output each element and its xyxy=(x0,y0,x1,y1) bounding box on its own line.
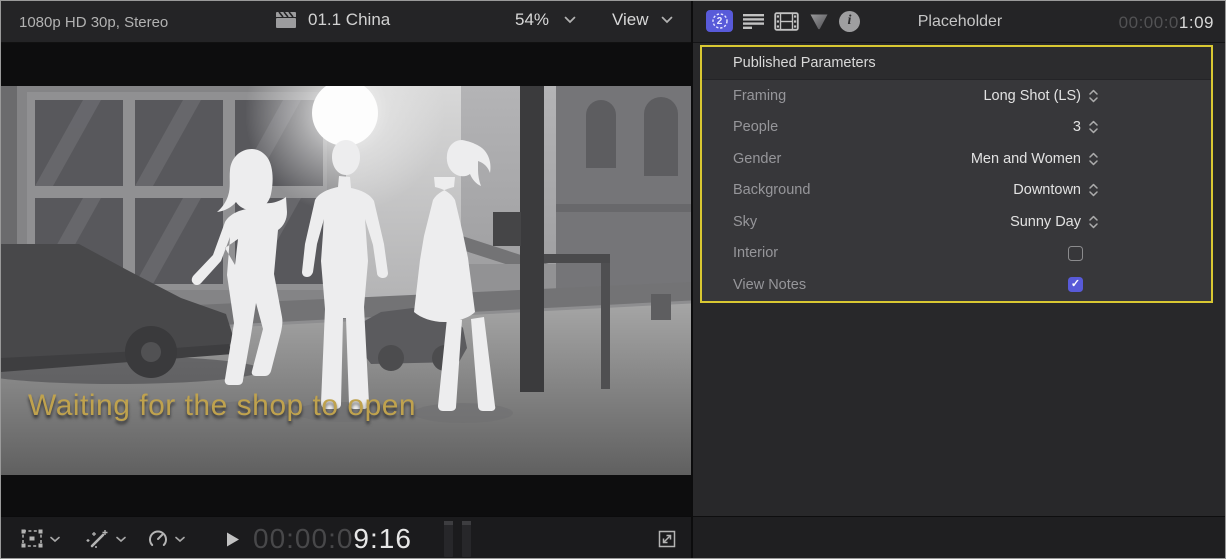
magic-wand-icon xyxy=(85,528,111,550)
param-row-people: People 3 xyxy=(702,112,1211,144)
cone-icon[interactable] xyxy=(808,12,830,31)
param-row-gender: Gender Men and Women xyxy=(702,143,1211,175)
param-label: Gender xyxy=(733,151,781,167)
generator-inspector-icon[interactable]: 2 xyxy=(706,10,733,32)
param-label: Background xyxy=(733,182,810,198)
inspector-title: Placeholder xyxy=(918,13,1003,31)
published-parameters-title: Published Parameters xyxy=(702,47,1211,80)
title-caption: Waiting for the shop to open xyxy=(28,389,416,423)
param-row-view-notes: View Notes ✓ xyxy=(702,269,1211,301)
info-inspector-icon[interactable]: i xyxy=(839,11,860,32)
chevron-down-icon xyxy=(175,536,185,543)
audio-meters[interactable] xyxy=(444,521,471,557)
zoom-level: 54% xyxy=(515,10,549,30)
inspector-bottom-strip xyxy=(693,516,1226,559)
chevron-down-icon xyxy=(50,536,60,543)
timecode-prefix: 00:00:0 xyxy=(253,523,353,554)
param-label: View Notes xyxy=(733,277,806,293)
param-row-background: Background Downtown xyxy=(702,175,1211,207)
final-cut-pro-window: 1080p HD 30p, Stereo 01.1 China 54% xyxy=(0,0,1226,559)
stepper-icon xyxy=(1088,214,1099,230)
chevron-down-icon xyxy=(661,16,673,24)
generator-badge: 2 xyxy=(706,10,733,32)
view-menu-label: View xyxy=(612,10,649,30)
param-row-interior: Interior ✓ xyxy=(702,238,1211,270)
published-parameters-panel: Published Parameters Framing Long Shot (… xyxy=(700,45,1213,303)
inspector-timecode: 00:00:01:09 xyxy=(1119,13,1214,33)
retime-menu[interactable] xyxy=(146,528,185,550)
transform-menu[interactable] xyxy=(19,528,60,550)
format-info: 1080p HD 30p, Stereo xyxy=(19,14,168,31)
stepper-icon xyxy=(1088,151,1099,167)
view-menu[interactable]: View xyxy=(612,10,673,30)
play-button[interactable] xyxy=(226,532,240,547)
timecode-value: 9:16 xyxy=(353,523,412,554)
viewer-timecode[interactable]: 00:00:09:16 xyxy=(253,523,412,555)
param-row-sky: Sky Sunny Day xyxy=(702,206,1211,238)
background-popup[interactable]: Downtown xyxy=(1013,182,1099,198)
stepper-icon xyxy=(1088,182,1099,198)
retime-gauge-icon xyxy=(146,528,170,550)
param-label: Framing xyxy=(733,88,786,104)
interior-checkbox[interactable]: ✓ xyxy=(1068,246,1083,261)
video-inspector-icon[interactable] xyxy=(774,12,799,31)
enhancements-menu[interactable] xyxy=(85,528,126,550)
transform-icon xyxy=(19,528,45,550)
inspector-tabs: 2 xyxy=(706,10,860,32)
check-icon: ✓ xyxy=(1071,279,1080,290)
param-value: Long Shot (LS) xyxy=(983,88,1081,104)
audio-meter-left xyxy=(444,521,453,557)
text-inspector-icon[interactable] xyxy=(742,12,765,30)
framing-popup[interactable]: Long Shot (LS) xyxy=(983,88,1099,104)
viewer-header: 1080p HD 30p, Stereo 01.1 China 54% xyxy=(1,1,691,43)
stepper-icon xyxy=(1088,119,1099,135)
stepper-icon xyxy=(1088,88,1099,104)
view-notes-checkbox[interactable]: ✓ xyxy=(1068,277,1083,292)
audio-meter-right xyxy=(462,521,471,557)
viewer-canvas: Waiting for the shop to open xyxy=(1,43,691,516)
project-title-group: 01.1 China xyxy=(275,10,390,30)
gender-popup[interactable]: Men and Women xyxy=(971,151,1099,167)
clapperboard-icon xyxy=(275,11,297,29)
timecode-value: 1:09 xyxy=(1179,13,1214,32)
chevron-down-icon xyxy=(564,16,576,24)
inspector-pane: 2 xyxy=(691,1,1226,559)
param-value: 3 xyxy=(1073,119,1081,135)
param-row-framing: Framing Long Shot (LS) xyxy=(702,80,1211,112)
timecode-prefix: 00:00:0 xyxy=(1119,13,1179,32)
zoom-menu[interactable]: 54% xyxy=(515,10,576,30)
chevron-down-icon xyxy=(116,536,126,543)
people-popup[interactable]: 3 xyxy=(1073,119,1099,135)
fullscreen-icon[interactable] xyxy=(656,528,678,550)
sky-popup[interactable]: Sunny Day xyxy=(1010,214,1099,230)
param-label: People xyxy=(733,119,778,135)
param-value: Sunny Day xyxy=(1010,214,1081,230)
project-title: 01.1 China xyxy=(308,10,390,30)
param-label: Interior xyxy=(733,245,778,261)
inspector-header: 2 xyxy=(693,1,1226,43)
viewer-toolbar: 00:00:09:16 xyxy=(1,516,691,559)
param-value: Men and Women xyxy=(971,151,1081,167)
viewer-pane: 1080p HD 30p, Stereo 01.1 China 54% xyxy=(1,1,691,559)
param-value: Downtown xyxy=(1013,182,1081,198)
param-label: Sky xyxy=(733,214,757,230)
